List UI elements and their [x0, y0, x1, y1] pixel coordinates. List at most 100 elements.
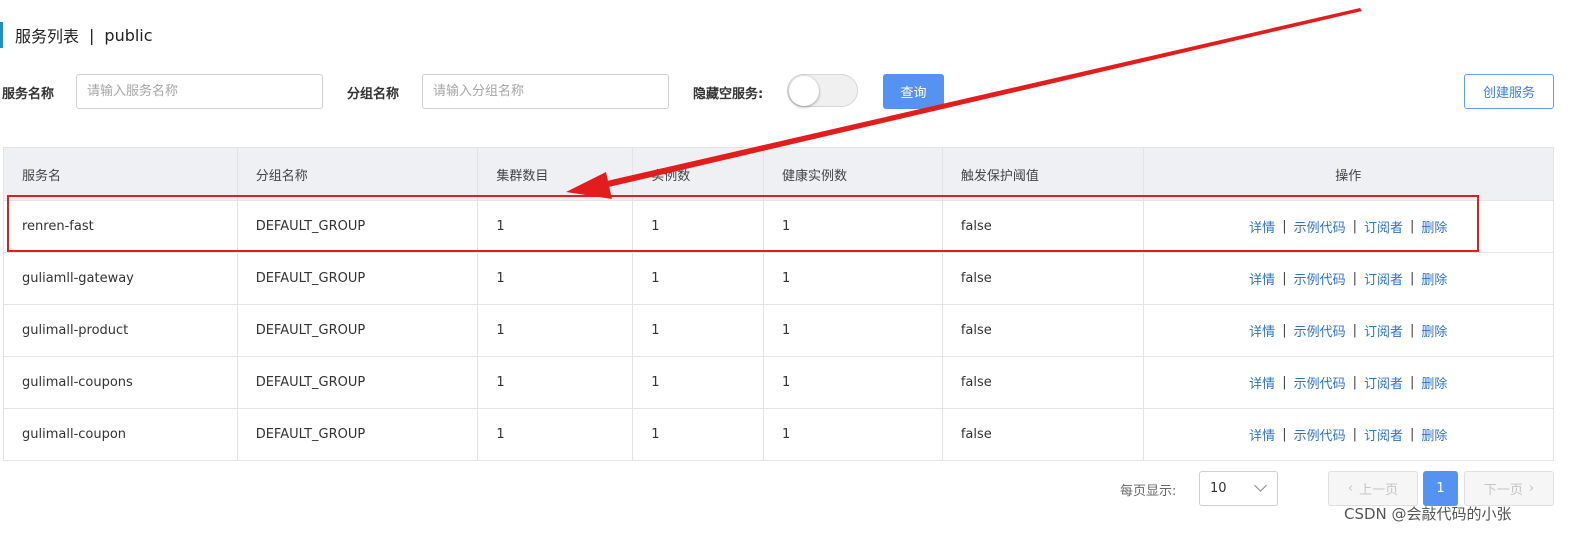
column-header: 操作: [1142, 148, 1553, 200]
detail-link[interactable]: 详情: [1249, 269, 1275, 288]
hide-empty-toggle[interactable]: [787, 74, 858, 107]
service-name-label: 服务名称: [2, 87, 55, 102]
prev-page-button[interactable]: ‹ 上一页: [1328, 471, 1418, 506]
instance-count-cell: 1: [632, 357, 763, 408]
subscribers-link[interactable]: 订阅者: [1364, 321, 1403, 340]
cluster-count-cell: 1: [477, 253, 632, 304]
instance-count-cell: 1: [632, 305, 763, 356]
detail-link[interactable]: 详情: [1249, 321, 1275, 340]
group-name-label: 分组名称: [347, 87, 400, 102]
service-name-cell: gulimall-coupons: [22, 375, 133, 390]
column-header: 分组名称: [236, 148, 478, 200]
title-separator: |: [89, 25, 95, 45]
sample-code-link[interactable]: 示例代码: [1294, 321, 1346, 340]
delete-link[interactable]: 删除: [1421, 321, 1447, 340]
column-header: 集群数目: [477, 148, 632, 200]
prev-page-label: 上一页: [1359, 483, 1399, 498]
instance-count-cell: 1: [632, 253, 763, 304]
protect-threshold-cell: false: [941, 357, 1143, 408]
detail-link[interactable]: 详情: [1249, 425, 1275, 444]
column-header: 健康实例数: [763, 148, 942, 200]
action-separator: |: [1352, 219, 1357, 234]
cluster-count-cell: 1: [477, 409, 632, 460]
sample-code-link[interactable]: 示例代码: [1294, 373, 1346, 392]
actions-cell: 详情 | 示例代码 | 订阅者 | 删除: [1142, 253, 1553, 304]
table-body: renren-fast DEFAULT_GROUP 1 1 1 false 详情 | 示例代码 |…: [4, 200, 1553, 460]
subscribers-link[interactable]: 订阅者: [1364, 425, 1403, 444]
chevron-down-icon: [1254, 479, 1267, 492]
action-separator: |: [1282, 375, 1287, 390]
action-separator: |: [1352, 271, 1357, 286]
sample-code-link[interactable]: 示例代码: [1294, 269, 1346, 288]
actions-cell: 详情 | 示例代码 | 订阅者 | 删除: [1142, 305, 1553, 356]
service-table: 服务名 分组名称 集群数目 实例数 健康实例数 触发保护阈值 操作 renren…: [3, 147, 1554, 461]
page-size-label: 每页显示:: [1120, 484, 1177, 499]
protect-threshold-cell: false: [941, 409, 1143, 460]
column-header: 触发保护阈值: [941, 148, 1143, 200]
action-separator: |: [1352, 375, 1357, 390]
delete-link[interactable]: 删除: [1421, 269, 1447, 288]
action-separator: |: [1282, 323, 1287, 338]
sample-code-link[interactable]: 示例代码: [1294, 217, 1346, 236]
action-separator: |: [1410, 375, 1415, 390]
service-name-cell: guliamll-gateway: [22, 271, 134, 286]
action-separator: |: [1352, 323, 1357, 338]
subscribers-link[interactable]: 订阅者: [1364, 217, 1403, 236]
group-name-input[interactable]: [422, 74, 669, 109]
action-separator: |: [1410, 219, 1415, 234]
healthy-count-cell: 1: [763, 357, 942, 408]
delete-link[interactable]: 删除: [1421, 425, 1447, 444]
query-button[interactable]: 查询: [883, 74, 944, 109]
actions-cell: 详情 | 示例代码 | 订阅者 | 删除: [1142, 357, 1553, 408]
service-name-input[interactable]: [76, 74, 323, 109]
action-separator: |: [1282, 219, 1287, 234]
instance-count-cell: 1: [632, 201, 763, 252]
group-name-cell: DEFAULT_GROUP: [236, 253, 478, 304]
detail-link[interactable]: 详情: [1249, 217, 1275, 236]
cluster-count-cell: 1: [477, 357, 632, 408]
action-separator: |: [1282, 427, 1287, 442]
table-row: renren-fast DEFAULT_GROUP 1 1 1 false 详情 | 示例代码 |…: [4, 200, 1553, 252]
group-name-cell: DEFAULT_GROUP: [236, 357, 478, 408]
action-separator: |: [1282, 271, 1287, 286]
group-name-cell: DEFAULT_GROUP: [236, 201, 478, 252]
service-name-cell: gulimall-product: [22, 323, 129, 338]
group-name-cell: DEFAULT_GROUP: [236, 409, 478, 460]
page-title: 服务列表: [15, 27, 80, 46]
service-name-cell: gulimall-coupon: [22, 427, 127, 442]
subscribers-link[interactable]: 订阅者: [1364, 373, 1403, 392]
protect-threshold-cell: false: [941, 305, 1143, 356]
healthy-count-cell: 1: [763, 253, 942, 304]
watermark: CSDN @会敲代码的小张: [1344, 505, 1512, 523]
sample-code-link[interactable]: 示例代码: [1294, 425, 1346, 444]
filter-bar: 服务名称 分组名称 隐藏空服务: 查询 创建服务: [0, 74, 1588, 110]
next-page-label: 下一页: [1483, 483, 1523, 498]
page-size-value: 10: [1210, 481, 1227, 496]
action-separator: |: [1352, 427, 1357, 442]
page-header: 服务列表 | public: [0, 22, 153, 48]
chevron-left-icon: ‹: [1347, 481, 1354, 496]
toggle-knob: [789, 76, 819, 106]
group-name-cell: DEFAULT_GROUP: [236, 305, 478, 356]
table-header: 服务名 分组名称 集群数目 实例数 健康实例数 触发保护阈值 操作: [4, 148, 1553, 200]
table-row: gulimall-product DEFAULT_GROUP 1 1 1 false 详情 |…: [4, 304, 1553, 356]
next-page-button[interactable]: 下一页 ›: [1464, 471, 1554, 506]
chevron-right-icon: ›: [1528, 481, 1535, 496]
healthy-count-cell: 1: [763, 201, 942, 252]
action-separator: |: [1410, 271, 1415, 286]
protect-threshold-cell: false: [941, 201, 1143, 252]
service-name-cell: renren-fast: [22, 219, 94, 234]
page-number-current[interactable]: 1: [1423, 471, 1458, 506]
delete-link[interactable]: 删除: [1421, 217, 1447, 236]
column-header: 实例数: [632, 148, 763, 200]
title-accent-bar: [0, 22, 3, 48]
subscribers-link[interactable]: 订阅者: [1364, 269, 1403, 288]
table-row: gulimall-coupon DEFAULT_GROUP 1 1 1 false 详情 | 示…: [4, 408, 1553, 460]
create-service-button[interactable]: 创建服务: [1464, 74, 1554, 109]
delete-link[interactable]: 删除: [1421, 373, 1447, 392]
column-header: 服务名: [22, 168, 62, 184]
actions-cell: 详情 | 示例代码 | 订阅者 | 删除: [1142, 201, 1553, 252]
page-size-select[interactable]: 10: [1199, 471, 1278, 506]
detail-link[interactable]: 详情: [1249, 373, 1275, 392]
cluster-count-cell: 1: [477, 305, 632, 356]
